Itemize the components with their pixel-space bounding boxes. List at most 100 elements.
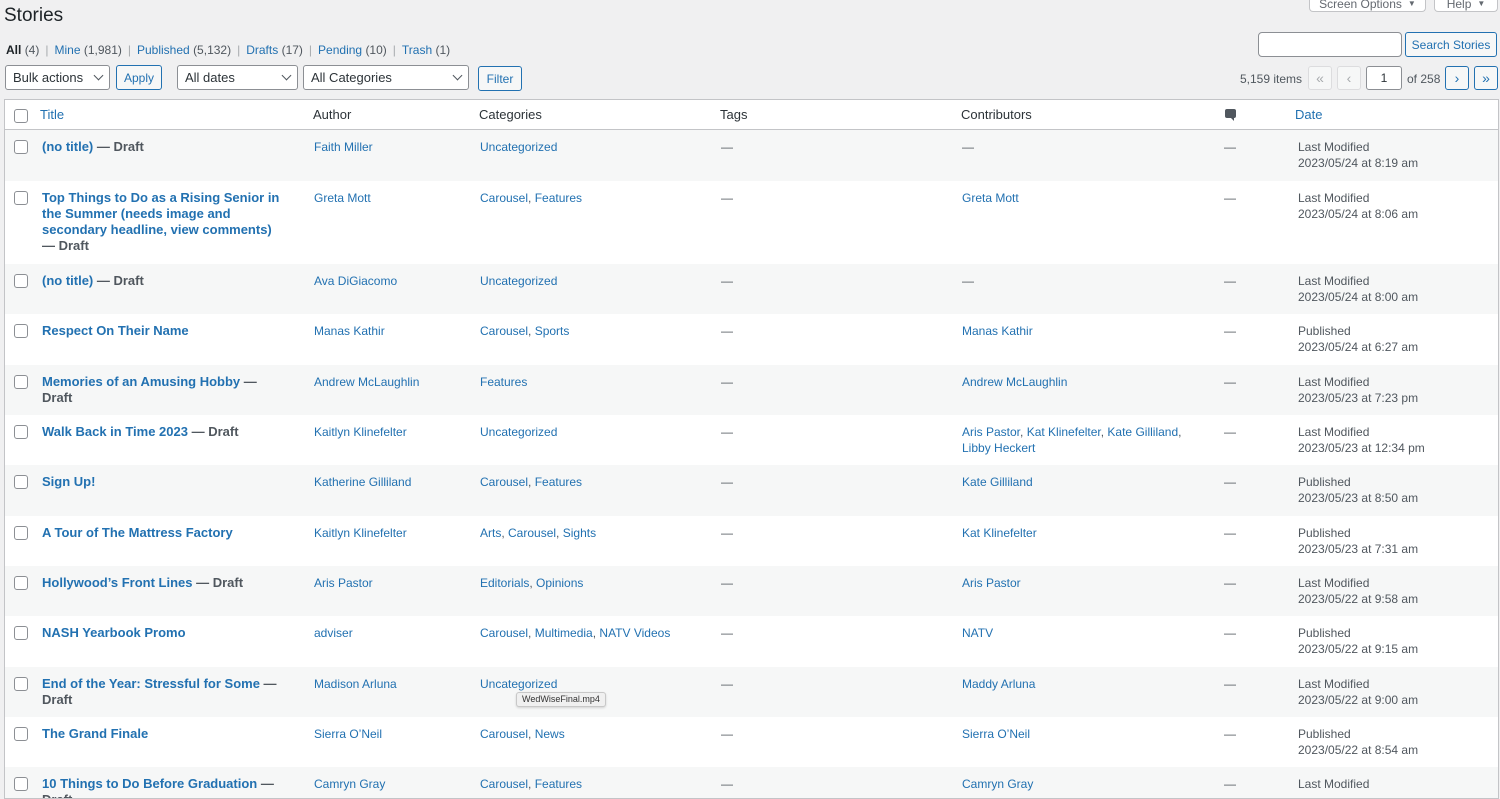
story-title-link[interactable]: Walk Back in Time 2023 — [42, 424, 188, 439]
row-checkbox[interactable] — [14, 677, 28, 691]
contributor-link[interactable]: Andrew McLaughlin — [962, 375, 1067, 389]
last-page-button[interactable]: » — [1474, 66, 1498, 90]
category-link[interactable]: Carousel — [480, 324, 528, 338]
story-title-link[interactable]: (no title) — [42, 139, 93, 154]
view-pending[interactable]: Pending (10) — [318, 43, 387, 57]
row-checkbox[interactable] — [14, 727, 28, 741]
categories-select[interactable]: All Categories — [303, 65, 469, 90]
category-link[interactable]: Carousel — [480, 626, 528, 640]
author-link[interactable]: Kaitlyn Klinefelter — [314, 425, 407, 439]
select-all-checkbox[interactable] — [14, 109, 28, 123]
category-link[interactable]: Features — [535, 475, 582, 489]
row-checkbox[interactable] — [14, 475, 28, 489]
contributor-link[interactable]: Aris Pastor — [962, 425, 1020, 439]
story-title-link[interactable]: Respect On Their Name — [42, 323, 189, 338]
view-all[interactable]: All (4) — [6, 43, 39, 57]
row-checkbox[interactable] — [14, 274, 28, 288]
contributor-link[interactable]: Sierra O’Neil — [962, 727, 1030, 741]
contributor-link[interactable]: Aris Pastor — [962, 576, 1021, 590]
view-published[interactable]: Published (5,132) — [137, 43, 231, 57]
next-page-button[interactable]: › — [1445, 66, 1469, 90]
contributor-link[interactable]: NATV — [962, 626, 993, 640]
category-link[interactable]: Uncategorized — [480, 274, 557, 288]
category-link[interactable]: Sports — [535, 324, 570, 338]
category-link[interactable]: News — [535, 727, 565, 741]
contributor-link[interactable]: Kat Klinefelter — [1027, 425, 1101, 439]
contributor-link[interactable]: Kat Klinefelter — [962, 526, 1037, 540]
author-link[interactable]: Ava DiGiacomo — [314, 274, 397, 288]
help-tab[interactable]: Help ▼ — [1434, 0, 1498, 12]
story-title-link[interactable]: Top Things to Do as a Rising Senior in t… — [42, 190, 279, 237]
author-link[interactable]: Manas Kathir — [314, 324, 385, 338]
row-checkbox[interactable] — [14, 576, 28, 590]
category-link[interactable]: Opinions — [536, 576, 583, 590]
contributor-link[interactable]: Kate Gilliland — [962, 475, 1033, 489]
category-link[interactable]: Uncategorized — [480, 425, 557, 439]
story-title-link[interactable]: Memories of an Amusing Hobby — [42, 374, 240, 389]
row-checkbox[interactable] — [14, 425, 28, 439]
author-link[interactable]: Katherine Gilliland — [314, 475, 411, 489]
story-title-link[interactable]: The Grand Finale — [42, 726, 148, 741]
category-link[interactable]: Sights — [563, 526, 596, 540]
category-link[interactable]: Carousel — [480, 475, 528, 489]
category-link[interactable]: Features — [535, 777, 582, 791]
contributor-link[interactable]: Manas Kathir — [962, 324, 1033, 338]
contributor-link[interactable]: Kate Gilliland — [1107, 425, 1178, 439]
category-link[interactable]: Features — [480, 375, 527, 389]
row-checkbox[interactable] — [14, 526, 28, 540]
category-link[interactable]: Carousel — [508, 526, 556, 540]
category-link[interactable]: Uncategorized — [480, 677, 557, 691]
current-page-input[interactable]: 1 — [1366, 66, 1402, 90]
category-link[interactable]: Features — [535, 191, 582, 205]
contributor-link[interactable]: Camryn Gray — [962, 777, 1033, 791]
category-link[interactable]: Uncategorized — [480, 140, 557, 154]
column-title-sort[interactable]: Title — [40, 107, 64, 122]
story-title-link[interactable]: Hollywood’s Front Lines — [42, 575, 192, 590]
author-link[interactable]: Kaitlyn Klinefelter — [314, 526, 407, 540]
row-checkbox[interactable] — [14, 375, 28, 389]
author-link[interactable]: Sierra O’Neil — [314, 727, 382, 741]
search-stories-button[interactable]: Search Stories — [1405, 32, 1497, 57]
category-link[interactable]: Multimedia — [535, 626, 593, 640]
author-link[interactable]: Aris Pastor — [314, 576, 373, 590]
row-checkbox[interactable] — [14, 777, 28, 791]
author-link[interactable]: Camryn Gray — [314, 777, 385, 791]
contributor-link[interactable]: Libby Heckert — [962, 441, 1035, 455]
row-checkbox[interactable] — [14, 140, 28, 154]
story-title-link[interactable]: Sign Up! — [42, 474, 95, 489]
row-checkbox[interactable] — [14, 324, 28, 338]
apply-button[interactable]: Apply — [116, 65, 162, 90]
story-title-link[interactable]: End of the Year: Stressful for Some — [42, 676, 260, 691]
author-link[interactable]: Faith Miller — [314, 140, 373, 154]
category-link[interactable]: NATV Videos — [599, 626, 670, 640]
author-link[interactable]: Madison Arluna — [314, 677, 397, 691]
comment-bubble-icon[interactable] — [1225, 109, 1236, 121]
contributor-link[interactable]: Greta Mott — [962, 191, 1019, 205]
dates-select[interactable]: All dates — [177, 65, 298, 90]
category-link[interactable]: Editorials — [480, 576, 529, 590]
category-link[interactable]: Carousel — [480, 777, 528, 791]
author-link[interactable]: Greta Mott — [314, 191, 371, 205]
view-trash[interactable]: Trash (1) — [402, 43, 450, 57]
story-title-link[interactable]: (no title) — [42, 273, 93, 288]
screen-options-tab[interactable]: Screen Options ▼ — [1309, 0, 1426, 12]
view-drafts[interactable]: Drafts (17) — [246, 43, 303, 57]
category-link[interactable]: Arts — [480, 526, 501, 540]
story-title-link[interactable]: NASH Yearbook Promo — [42, 625, 186, 640]
prev-page-button[interactable]: ‹ — [1337, 66, 1361, 90]
author-link[interactable]: adviser — [314, 626, 353, 640]
category-link[interactable]: Carousel — [480, 191, 528, 205]
author-link[interactable]: Andrew McLaughlin — [314, 375, 419, 389]
row-checkbox[interactable] — [14, 191, 28, 205]
category-link[interactable]: Carousel — [480, 727, 528, 741]
story-title-link[interactable]: A Tour of The Mattress Factory — [42, 525, 233, 540]
first-page-button[interactable]: « — [1308, 66, 1332, 90]
search-input[interactable] — [1258, 32, 1402, 57]
column-date-sort[interactable]: Date — [1295, 107, 1322, 122]
filter-button[interactable]: Filter — [478, 66, 522, 91]
contributor-link[interactable]: Maddy Arluna — [962, 677, 1035, 691]
row-checkbox[interactable] — [14, 626, 28, 640]
story-title-link[interactable]: 10 Things to Do Before Graduation — [42, 776, 257, 791]
view-mine[interactable]: Mine (1,981) — [54, 43, 121, 57]
bulk-actions-select[interactable]: Bulk actions — [5, 65, 110, 90]
